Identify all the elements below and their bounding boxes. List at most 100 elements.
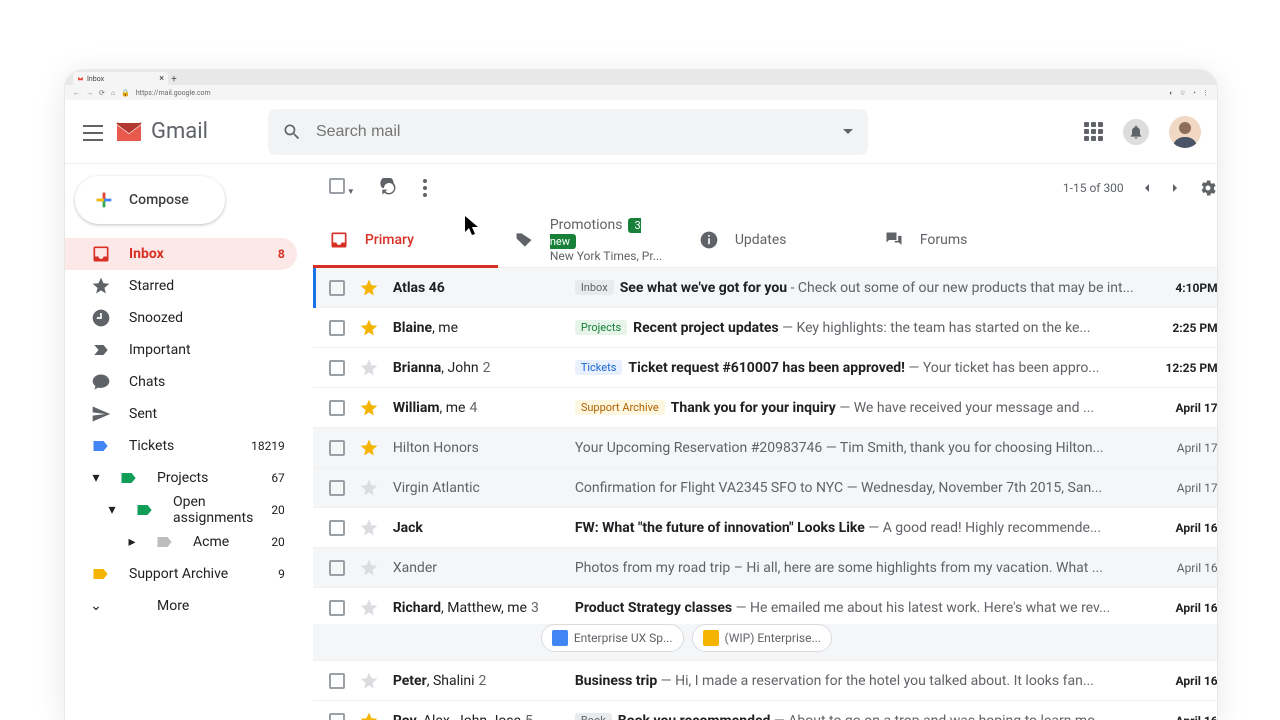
email-sender: Hilton Honors: [393, 440, 561, 456]
label-chip[interactable]: Tickets: [575, 360, 623, 375]
row-checkbox[interactable]: [329, 280, 345, 296]
email-message: Business trip — Hi, I made a reservation…: [575, 673, 1134, 689]
sidebar-item-acme[interactable]: ▸Acme20: [65, 526, 297, 558]
row-checkbox[interactable]: [329, 560, 345, 576]
tab-forums[interactable]: Forums: [868, 212, 1053, 267]
refresh-icon[interactable]: [379, 178, 399, 198]
star-icon[interactable]: [359, 558, 379, 578]
email-row[interactable]: Brianna, John2TicketsTicket request #610…: [313, 348, 1217, 388]
email-row[interactable]: Atlas 46InboxSee what we've got for you …: [313, 268, 1217, 308]
row-checkbox[interactable]: [329, 600, 345, 616]
email-row[interactable]: XanderPhotos from my road trip – Hi all,…: [313, 548, 1217, 588]
search-options-icon[interactable]: [842, 126, 854, 138]
apps-icon[interactable]: [1084, 122, 1103, 141]
row-checkbox[interactable]: [329, 673, 345, 689]
star-icon[interactable]: [359, 598, 379, 618]
row-checkbox[interactable]: [329, 320, 345, 336]
email-row[interactable]: Roy, Alex, John Jose5BookBook you recomm…: [313, 701, 1217, 720]
email-row[interactable]: Richard, Matthew, me3Product Strategy cl…: [313, 588, 1217, 628]
tab-label: Updates: [735, 232, 787, 248]
tab-updates[interactable]: Updates: [683, 212, 868, 267]
star-icon[interactable]: [359, 318, 379, 338]
star-icon[interactable]: [359, 518, 379, 538]
prev-page-icon[interactable]: [1142, 183, 1152, 193]
sidebar-item-open-assignments[interactable]: ▾Open assignments20: [65, 494, 297, 526]
sidebar-item-inbox[interactable]: Inbox8: [65, 238, 297, 270]
sidebar-item-tickets[interactable]: Tickets18219: [65, 430, 297, 462]
search-input[interactable]: [316, 123, 828, 141]
email-subject: Book you recommended: [618, 713, 771, 720]
sidebar-item-label: More: [157, 598, 285, 614]
email-row[interactable]: Blaine, meProjectsRecent project updates…: [313, 308, 1217, 348]
profile-icon[interactable]: ◔: [1192, 89, 1196, 97]
back-icon[interactable]: ←: [73, 89, 80, 97]
sidebar-item-support-archive[interactable]: Support Archive9: [65, 558, 297, 590]
home-icon[interactable]: ⌂: [111, 89, 115, 97]
account-avatar[interactable]: [1169, 116, 1201, 148]
email-row[interactable]: William, me4Support ArchiveThank you for…: [313, 388, 1217, 428]
email-row[interactable]: JackFW: What "the future of innovation" …: [313, 508, 1217, 548]
label-chip[interactable]: Projects: [575, 320, 627, 335]
email-row[interactable]: Hilton Honors Your Upcoming Reservation #…: [313, 428, 1217, 468]
new-tab-button[interactable]: +: [168, 73, 180, 85]
row-checkbox[interactable]: [329, 480, 345, 496]
sidebar-item-chats[interactable]: Chats: [65, 366, 297, 398]
star-icon[interactable]: ☆: [1179, 89, 1185, 97]
sidebar-item-sent[interactable]: Sent: [65, 398, 297, 430]
select-all-checkbox[interactable]: ▼: [329, 178, 355, 198]
sent-icon: [91, 404, 111, 424]
sidebar-item-projects[interactable]: ▾Projects67: [65, 462, 297, 494]
email-time: 2:25 PM: [1148, 321, 1217, 335]
label-chip[interactable]: Support Archive: [575, 400, 665, 415]
label-chip[interactable]: Book: [575, 713, 612, 720]
sidebar-item-starred[interactable]: Starred: [65, 270, 297, 302]
forum-icon: [884, 230, 904, 250]
search-bar[interactable]: [268, 109, 868, 155]
star-icon[interactable]: [359, 278, 379, 298]
reload-icon[interactable]: ⟳: [99, 89, 105, 97]
email-time: April 17: [1148, 481, 1217, 495]
email-subject: Product Strategy classes: [575, 600, 732, 616]
compose-button[interactable]: Compose: [75, 176, 225, 224]
sidebar-item-important[interactable]: Important: [65, 334, 297, 366]
more-icon[interactable]: [423, 179, 427, 197]
row-checkbox[interactable]: [329, 440, 345, 456]
row-checkbox[interactable]: [329, 360, 345, 376]
email-row[interactable]: Virgin AtlanticConfirmation for Flight V…: [313, 468, 1217, 508]
row-checkbox[interactable]: [329, 713, 345, 720]
hamburger-icon[interactable]: [81, 120, 105, 144]
forward-icon[interactable]: →: [86, 89, 93, 97]
sidebar-item-count: 20: [271, 535, 285, 549]
close-icon[interactable]: ×: [159, 74, 164, 84]
menu-icon[interactable]: ⋮: [1202, 89, 1209, 97]
star-icon[interactable]: [359, 438, 379, 458]
url-bar[interactable]: ← → ⟳ ⌂ 🔒 https://mail.google.com ◐ ☆ ◔ …: [65, 85, 1217, 100]
attachment-chip[interactable]: (WIP) Enterprise...: [692, 624, 832, 652]
sidebar-item-more[interactable]: ⌄More: [65, 590, 297, 622]
row-checkbox[interactable]: [329, 520, 345, 536]
star-icon[interactable]: [359, 671, 379, 691]
email-message: Your Upcoming Reservation #20983746 — Ti…: [575, 440, 1134, 456]
star-icon[interactable]: [359, 478, 379, 498]
row-checkbox[interactable]: [329, 400, 345, 416]
email-message: FW: What "the future of innovation" Look…: [575, 520, 1134, 536]
next-page-icon[interactable]: [1170, 183, 1180, 193]
tab-primary[interactable]: Primary: [313, 212, 498, 267]
sidebar-item-label: Support Archive: [129, 566, 260, 582]
browser-tab[interactable]: Inbox ×: [73, 72, 168, 85]
sidebar-item-snoozed[interactable]: Snoozed: [65, 302, 297, 334]
email-row[interactable]: Peter, Shalini2Business trip — Hi, I mad…: [313, 661, 1217, 701]
settings-icon[interactable]: [1198, 178, 1217, 198]
doc-icon: [552, 630, 568, 646]
star-icon[interactable]: [359, 398, 379, 418]
label-chip[interactable]: Inbox: [575, 280, 614, 295]
caret-down-icon: ▾: [91, 470, 101, 486]
logo[interactable]: Gmail: [115, 119, 208, 144]
notifications-icon[interactable]: [1123, 119, 1149, 145]
star-icon[interactable]: [359, 711, 379, 720]
incognito-icon[interactable]: ◐: [1169, 89, 1173, 97]
tab-promotions[interactable]: Promotions3 newNew York Times, Pr...: [498, 212, 683, 267]
email-time: 4:10PM: [1148, 281, 1217, 295]
attachment-chip[interactable]: Enterprise UX Sp...: [541, 624, 684, 652]
star-icon[interactable]: [359, 358, 379, 378]
